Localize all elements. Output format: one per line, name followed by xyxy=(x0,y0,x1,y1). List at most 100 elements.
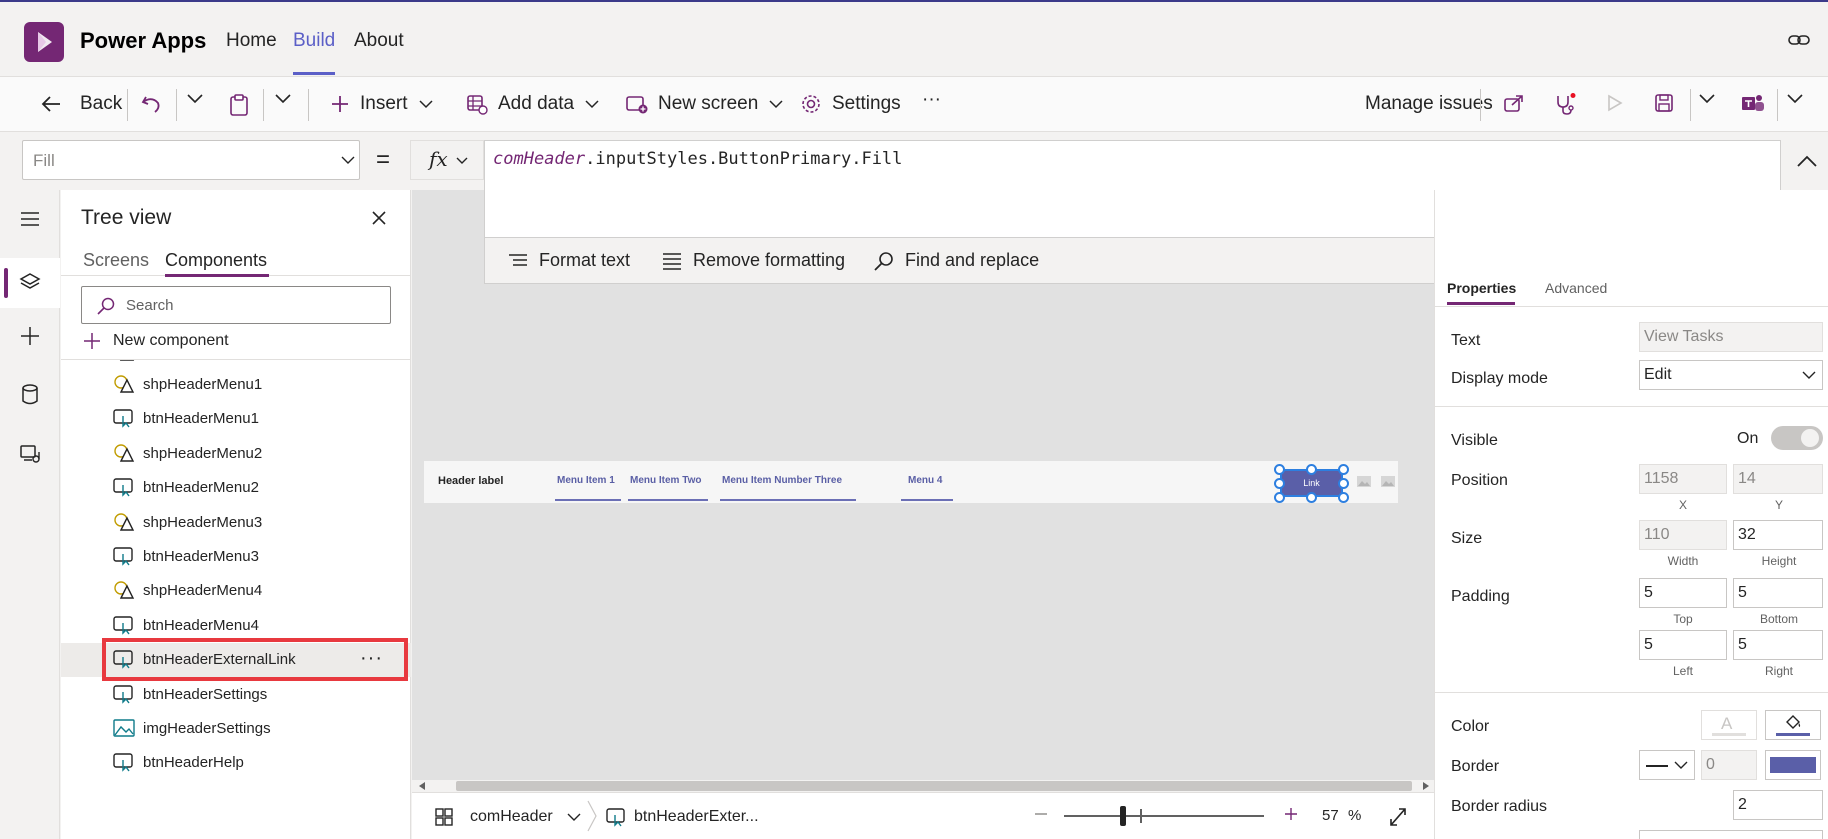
tree-item[interactable]: shpHeaderMenu4 xyxy=(61,574,411,608)
remove-formatting-button[interactable]: Remove formatting xyxy=(661,250,845,271)
resize-handle[interactable] xyxy=(1306,464,1317,475)
zoom-slider-track[interactable] xyxy=(1064,815,1264,817)
item-more-button[interactable]: ··· xyxy=(360,647,383,670)
share-link-icon[interactable] xyxy=(1788,30,1810,50)
resize-handle[interactable] xyxy=(1338,492,1349,503)
fill-color-button[interactable] xyxy=(1765,710,1821,740)
add-data-button[interactable]: Add data xyxy=(466,93,600,115)
insert-button[interactable]: Insert xyxy=(330,93,434,115)
padding-right-input[interactable]: 5 xyxy=(1733,630,1823,660)
design-canvas[interactable]: Header label Menu Item 1 Menu Item Two M… xyxy=(412,284,1434,782)
display-mode-dropdown[interactable]: Edit xyxy=(1639,360,1823,390)
tree-item[interactable]: btnHeaderMenu1 xyxy=(61,402,411,436)
resize-handle[interactable] xyxy=(1274,478,1285,489)
border-radius-input[interactable]: 2 xyxy=(1733,790,1823,820)
tree-item[interactable]: shpHeaderMenu3 xyxy=(61,506,411,540)
search-input[interactable]: Search xyxy=(81,286,391,324)
tree-item[interactable]: btnHeaderSettings xyxy=(61,678,411,712)
component-selector[interactable]: comHeader xyxy=(434,807,581,827)
tab-advanced[interactable]: Advanced xyxy=(1545,280,1607,296)
data-cylinder-icon[interactable] xyxy=(20,384,40,406)
resize-handle[interactable] xyxy=(1338,478,1349,489)
formula-text[interactable]: comHeader.inputStyles.ButtonPrimary.Fill xyxy=(493,149,902,169)
canvas-horizontal-scrollbar[interactable] xyxy=(412,780,1434,792)
border-width-input[interactable]: 0 xyxy=(1701,750,1757,780)
scroll-right-icon[interactable] xyxy=(1422,782,1430,790)
tree-item[interactable]: btnHeaderHelp xyxy=(61,746,411,780)
back-button[interactable]: Back xyxy=(40,93,122,115)
collapse-formula-icon[interactable] xyxy=(1796,154,1818,168)
paste-button[interactable] xyxy=(228,93,250,117)
new-screen-button[interactable]: New screen xyxy=(626,93,784,115)
app-checker-button[interactable] xyxy=(1553,93,1577,117)
property-value: Fill xyxy=(33,151,55,170)
paste-dropdown[interactable] xyxy=(274,93,292,105)
control-selector[interactable]: btnHeaderExter... xyxy=(606,807,759,827)
resize-handle[interactable] xyxy=(1338,464,1349,475)
insert-plus-icon[interactable] xyxy=(19,325,41,347)
button-icon xyxy=(113,477,135,497)
scroll-left-icon[interactable] xyxy=(418,782,426,790)
tree-item[interactable]: shpHeaderMenu1 xyxy=(61,368,411,402)
zoom-slider-thumb[interactable] xyxy=(1120,806,1126,826)
fit-to-window-icon[interactable] xyxy=(1387,807,1409,827)
header-label: Header label xyxy=(438,475,504,487)
save-button[interactable] xyxy=(1654,93,1674,113)
resize-handle[interactable] xyxy=(1306,492,1317,503)
tree-item[interactable]: btnHeaderExternalLink ··· xyxy=(61,638,411,682)
zoom-in-button[interactable] xyxy=(1284,807,1298,821)
nav-build[interactable]: Build xyxy=(293,30,335,52)
nav-home[interactable]: Home xyxy=(226,30,277,52)
breadcrumb-separator-icon xyxy=(586,799,598,833)
position-x-input[interactable]: 1158 xyxy=(1639,464,1727,494)
manage-issues-button[interactable]: Manage issues xyxy=(1365,93,1493,115)
position-y-input[interactable]: 14 xyxy=(1733,464,1823,494)
resize-handle[interactable] xyxy=(1274,492,1285,503)
new-component-button[interactable]: New component xyxy=(83,332,229,350)
border-color-button[interactable] xyxy=(1765,750,1821,780)
hamburger-menu-icon[interactable] xyxy=(19,210,41,228)
menu-item-1[interactable]: Menu Item 1 xyxy=(557,475,615,486)
zoom-out-button[interactable] xyxy=(1034,807,1048,821)
tree-item[interactable]: imgHeaderSettings xyxy=(61,712,411,746)
close-icon[interactable] xyxy=(371,210,387,226)
menu-item-4[interactable]: Menu 4 xyxy=(908,475,942,486)
menu-item-2[interactable]: Menu Item Two xyxy=(630,475,701,486)
padding-top-input[interactable]: 5 xyxy=(1639,578,1727,608)
undo-button[interactable] xyxy=(140,93,162,115)
visible-toggle[interactable] xyxy=(1771,426,1823,450)
height-input[interactable]: 32 xyxy=(1733,520,1823,550)
tab-properties[interactable]: Properties xyxy=(1447,280,1516,296)
more-commands-button[interactable]: ··· xyxy=(922,89,941,111)
resize-handle[interactable] xyxy=(1274,464,1285,475)
width-input[interactable]: 110 xyxy=(1639,520,1727,550)
layers-tree-view-icon[interactable] xyxy=(19,272,41,292)
share-button[interactable] xyxy=(1503,93,1525,113)
font-color-button[interactable]: A xyxy=(1701,710,1757,740)
header-component-preview[interactable]: Header label Menu Item 1 Menu Item Two M… xyxy=(424,461,1398,503)
media-icon[interactable] xyxy=(19,444,41,464)
tree-item[interactable]: btnHeaderMenu2 xyxy=(61,471,411,505)
undo-dropdown[interactable] xyxy=(186,93,204,105)
teams-dropdown[interactable] xyxy=(1786,93,1804,105)
save-dropdown[interactable] xyxy=(1698,93,1716,105)
tree-item[interactable]: shpHeaderMenu2 xyxy=(61,437,411,471)
next-property-input[interactable] xyxy=(1639,830,1823,839)
padding-left-input[interactable]: 5 xyxy=(1639,630,1727,660)
teams-button[interactable] xyxy=(1741,93,1765,115)
find-replace-button[interactable]: Find and replace xyxy=(873,250,1039,271)
border-style-dropdown[interactable] xyxy=(1639,750,1695,780)
tab-screens[interactable]: Screens xyxy=(83,250,149,271)
fx-button[interactable]: fx xyxy=(410,140,484,180)
preview-play-button[interactable] xyxy=(1604,93,1624,113)
padding-bottom-input[interactable]: 5 xyxy=(1733,578,1823,608)
menu-item-3[interactable]: Menu Item Number Three xyxy=(722,475,842,486)
tree-item[interactable]: btnHeaderMenu3 xyxy=(61,540,411,574)
nav-about[interactable]: About xyxy=(354,30,404,52)
property-dropdown[interactable]: Fill xyxy=(22,140,360,180)
settings-button[interactable]: Settings xyxy=(800,93,901,115)
text-property-input[interactable]: View Tasks xyxy=(1639,322,1823,352)
scrollbar-thumb[interactable] xyxy=(456,781,1412,791)
tab-components[interactable]: Components xyxy=(165,250,267,271)
format-text-button[interactable]: Format text xyxy=(507,250,630,271)
